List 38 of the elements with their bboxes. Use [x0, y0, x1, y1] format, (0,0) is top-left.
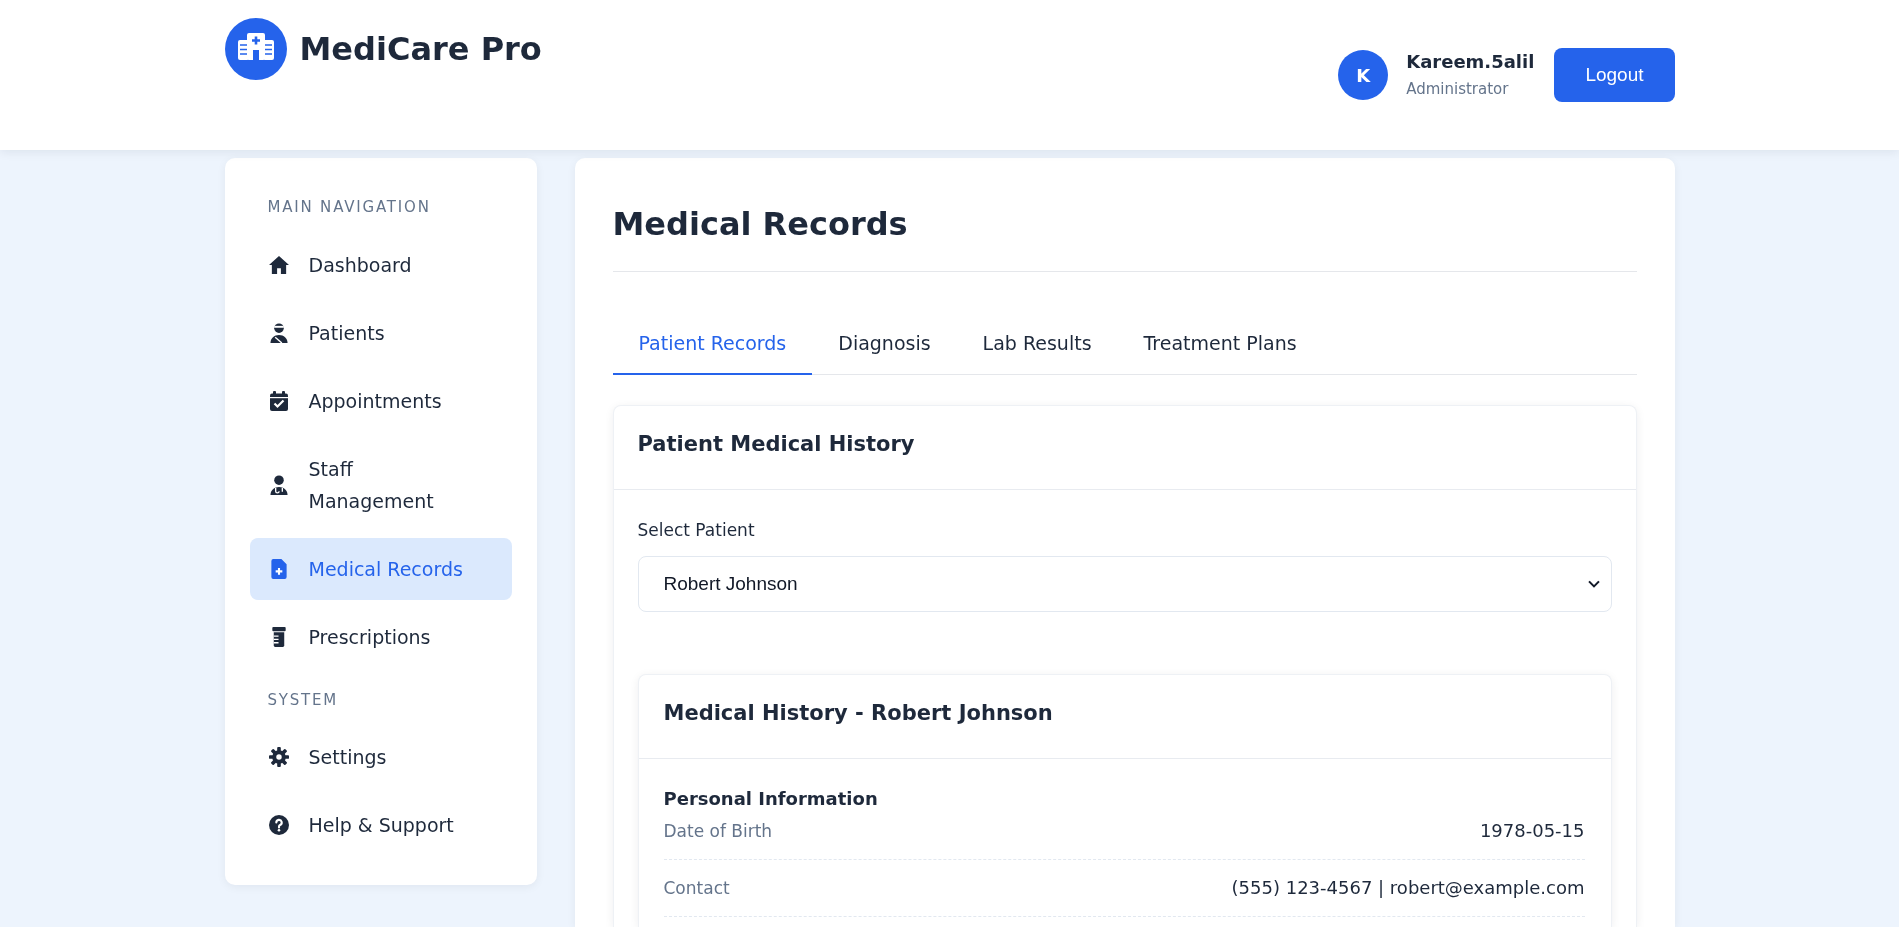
hospital-logo-icon: [224, 18, 287, 80]
person-icon: [268, 475, 289, 495]
patient-select[interactable]: Robert Johnson: [637, 556, 1612, 612]
user-avatar: K: [1338, 50, 1389, 100]
page-title: Medical Records: [612, 204, 1637, 272]
info-value: (555) 123-4567 | robert@example.com: [1231, 876, 1585, 900]
person-icon: [268, 323, 289, 343]
user-name: Kareem.5alil: [1406, 50, 1535, 74]
nav-item[interactable]: Help & Support: [249, 794, 512, 856]
section-heading: Personal Information: [663, 788, 878, 810]
card-title: Medical History - Robert Johnson: [663, 700, 1054, 727]
nav-item[interactable]: Prescriptions: [249, 606, 512, 668]
nav-item[interactable]: Staff Management: [249, 438, 512, 532]
nav-item[interactable]: Settings: [249, 726, 512, 788]
tab[interactable]: Treatment Plans: [1117, 313, 1323, 375]
info-label: Date of Birth: [663, 820, 773, 843]
logout-button[interactable]: Logout: [1554, 48, 1675, 102]
settings-icon: [268, 747, 289, 767]
chevron-down-icon: [1587, 580, 1600, 588]
card-title: Patient Medical History: [637, 431, 916, 458]
home-icon: [268, 255, 289, 275]
nav-item[interactable]: Appointments: [249, 370, 512, 432]
nav-section-heading: MAIN NAVIGATION: [266, 197, 431, 217]
tab[interactable]: Lab Results: [956, 313, 1118, 375]
medical-file-icon: [268, 559, 289, 579]
user-role: Administrator: [1406, 79, 1509, 100]
nav-item[interactable]: Medical Records: [249, 538, 512, 600]
info-label: Contact: [663, 877, 730, 900]
help-icon: [268, 815, 289, 835]
field-label: Select Patient: [637, 519, 755, 542]
app-title: MediCare Pro: [299, 29, 542, 69]
tab[interactable]: Diagnosis: [812, 313, 957, 375]
calendar-check-icon: [268, 391, 289, 411]
info-value: 1978-05-15: [1479, 819, 1585, 843]
nav-item[interactable]: Dashboard: [249, 234, 512, 296]
nav-item[interactable]: Patients: [249, 302, 512, 364]
tab[interactable]: Patient Records: [612, 313, 813, 375]
nav-section-heading: SYSTEM: [266, 690, 339, 710]
